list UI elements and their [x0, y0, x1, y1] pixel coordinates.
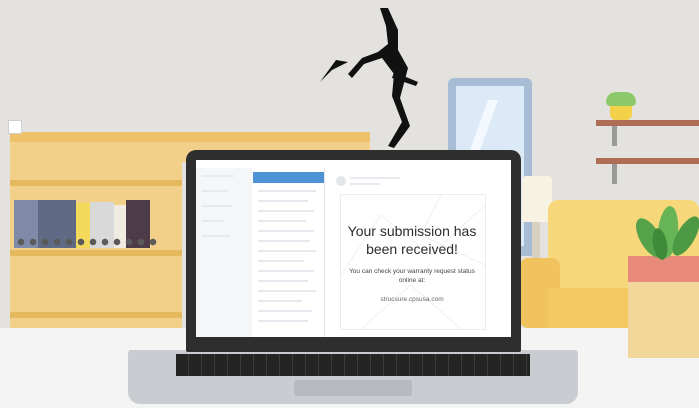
sender-line: [350, 177, 400, 179]
shelf-board: [10, 250, 182, 256]
binder-labels: [17, 238, 157, 246]
sender-line: [350, 183, 380, 185]
message-row[interactable]: [258, 260, 304, 262]
message-row[interactable]: [258, 290, 316, 292]
message-row[interactable]: [258, 250, 316, 252]
wall-crack-icon: [320, 8, 418, 148]
message-row[interactable]: [258, 230, 314, 232]
laptop-screen: Your submission has been received! You c…: [196, 160, 511, 337]
warranty-status-link[interactable]: strucsure.cpsusa.com: [346, 296, 478, 303]
message-row[interactable]: [258, 210, 314, 212]
shelf-bracket: [612, 126, 617, 146]
panel-pattern: [341, 195, 485, 329]
shelf-board: [10, 312, 182, 318]
trackpad: [294, 380, 412, 396]
message-list-header: [253, 172, 324, 183]
shelf-top-board: [10, 132, 370, 142]
message-row[interactable]: [258, 190, 316, 192]
sidebar-item[interactable]: [202, 175, 234, 177]
small-plant-pot: [610, 104, 632, 120]
message-row[interactable]: [258, 310, 312, 312]
message-row[interactable]: [258, 270, 314, 272]
confirmation-title: Your submission has been received!: [347, 223, 477, 257]
sender-avatar: [336, 176, 346, 186]
keyboard: [176, 354, 530, 376]
sidebar-item[interactable]: [202, 205, 232, 207]
window-controls-icon: [199, 163, 219, 176]
message-row[interactable]: [258, 200, 308, 202]
mail-sidebar: [196, 168, 252, 337]
illustration-scene: Your submission has been received! You c…: [0, 0, 699, 408]
message-row[interactable]: [258, 220, 306, 222]
confirmation-message: You can check your warranty request stat…: [349, 268, 475, 284]
sidebar-item[interactable]: [202, 235, 230, 237]
message-row[interactable]: [258, 300, 302, 302]
submission-panel: [340, 194, 486, 330]
shelf-bracket: [612, 164, 617, 184]
lamp-stand: [532, 222, 540, 258]
shelf-board: [10, 180, 182, 186]
sidebar-item[interactable]: [202, 220, 224, 222]
small-plant-leaves: [606, 92, 636, 106]
wall-hook: [8, 120, 22, 134]
message-row[interactable]: [258, 320, 308, 322]
message-row[interactable]: [258, 280, 308, 282]
message-row[interactable]: [258, 240, 310, 242]
plant-leaves: [630, 200, 699, 260]
sidebar-item[interactable]: [202, 190, 228, 192]
